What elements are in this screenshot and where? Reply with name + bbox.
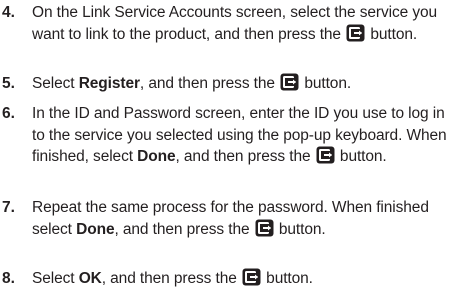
- enter-button-icon: [242, 268, 261, 286]
- step-6: 6. In the ID and Password screen, enter …: [2, 103, 454, 168]
- step-8: 8. Select OK, and then press the button.: [2, 268, 454, 290]
- step-text-part: button.: [261, 270, 313, 287]
- step-number: 8.: [2, 270, 15, 287]
- step-text: Select Register, and then press the butt…: [32, 73, 454, 95]
- step-text-part: , and then press the: [175, 148, 315, 165]
- enter-button-icon: [346, 24, 365, 42]
- enter-button-icon: [316, 146, 335, 164]
- step-7: 7. Repeat the same process for the passw…: [2, 197, 454, 240]
- menu-option-register: Register: [78, 75, 140, 92]
- step-number: 7.: [2, 199, 15, 216]
- step-text-part: button.: [335, 148, 387, 165]
- step-text-part: , and then press the: [139, 75, 280, 92]
- enter-button-icon: [255, 219, 274, 237]
- step-text-part: button.: [274, 220, 326, 238]
- step-text-part: , and then press the: [114, 220, 254, 238]
- step-text-part: Select: [32, 75, 79, 92]
- step-number: 6.: [2, 105, 15, 122]
- step-5: 5. Select Register, and then press the b…: [2, 73, 454, 95]
- step-text-part: button.: [300, 75, 352, 92]
- enter-button-icon: [280, 73, 299, 91]
- instructions-document: 4. On the Link Service Accounts screen, …: [0, 0, 457, 300]
- step-text: In the ID and Password screen, enter the…: [32, 103, 454, 168]
- step-text: Repeat the same process for the password…: [32, 197, 454, 240]
- menu-option-ok: OK: [78, 270, 102, 287]
- step-number: 5.: [2, 75, 15, 92]
- menu-option-done: Done: [76, 220, 115, 238]
- step-text: On the Link Service Accounts screen, sel…: [32, 2, 454, 45]
- step-text-part: button.: [366, 25, 418, 43]
- menu-option-done: Done: [137, 148, 176, 165]
- step-number: 4.: [2, 4, 15, 21]
- step-4: 4. On the Link Service Accounts screen, …: [2, 2, 454, 45]
- step-text-part: , and then press the: [101, 270, 241, 287]
- step-text-part: Select: [32, 270, 79, 287]
- step-text: Select OK, and then press the button.: [32, 268, 454, 290]
